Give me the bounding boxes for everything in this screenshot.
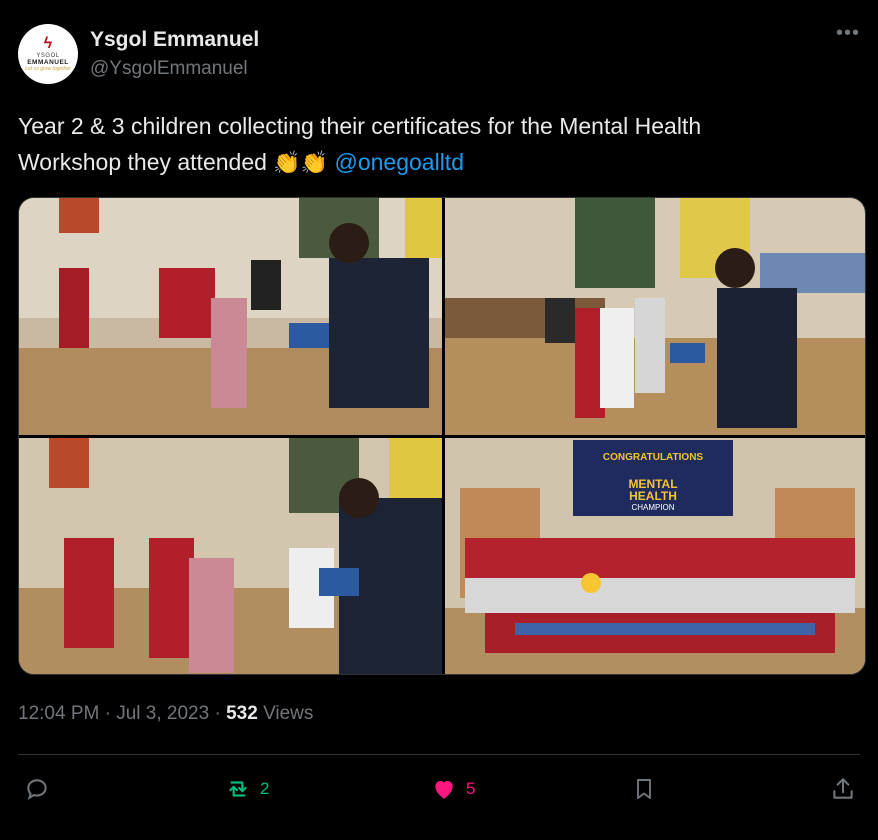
retweet-icon (229, 781, 247, 797)
screen-text-champion: CHAMPION (631, 503, 674, 512)
tweet-date[interactable]: Jul 3, 2023 (116, 703, 209, 724)
share-button[interactable] (830, 776, 856, 802)
divider (18, 754, 860, 755)
screen-text-congratulations: CONGRATULATIONS (603, 452, 704, 463)
views-count: 532 (226, 703, 258, 724)
like-count: 5 (466, 779, 476, 798)
tweet-text-line-1: Year 2 & 3 children collecting their cer… (18, 113, 702, 139)
school-logo-icon: ϟ (43, 34, 53, 52)
tweet-text: Year 2 & 3 children collecting their cer… (18, 108, 858, 181)
retweet-count: 2 (260, 779, 270, 798)
photo-4[interactable]: CONGRATULATIONS MENTAL HEALTH CHAMPION (445, 438, 865, 674)
photo-1[interactable] (19, 198, 442, 435)
avatar-text-3: Let us grow together (25, 65, 71, 72)
photo-2[interactable] (445, 198, 865, 435)
retweet-button[interactable]: 2 (224, 776, 269, 802)
meta-separator-2: · (214, 703, 221, 724)
more-options-icon[interactable]: ••• (836, 23, 860, 43)
meta-separator: · (104, 703, 111, 724)
bookmark-icon (637, 779, 651, 799)
tweet-header: ϟ YSGOL EMMANUEL Let us grow together Ys… (18, 22, 860, 86)
bookmark-button[interactable] (632, 776, 656, 802)
display-name[interactable]: Ysgol Emmanuel (90, 28, 259, 52)
tweet-text-line-2: Workshop they attended 👏👏 @onegoalltd (18, 144, 858, 181)
views-label: Views (263, 703, 314, 724)
reply-icon (27, 779, 47, 800)
media-grid: CONGRATULATIONS MENTAL HEALTH CHAMPION (18, 197, 866, 675)
share-icon (833, 778, 853, 799)
tweet-time[interactable]: 12:04 PM (18, 703, 99, 724)
reply-button[interactable] (24, 776, 58, 802)
mention-link[interactable]: @onegoalltd (334, 149, 464, 175)
photo-3[interactable] (19, 438, 442, 674)
like-button[interactable]: 5 (430, 776, 475, 802)
tweet-meta: 12:04 PM · Jul 3, 2023 · 532 Views (18, 703, 313, 725)
avatar[interactable]: ϟ YSGOL EMMANUEL Let us grow together (18, 24, 78, 84)
avatar-text-2: EMMANUEL (27, 58, 69, 66)
screen-text-health: HEALTH (629, 489, 677, 503)
clapping-hands-emoji: 👏👏 (273, 150, 329, 175)
action-bar: 2 5 (18, 770, 860, 814)
heart-icon (435, 780, 453, 799)
user-handle[interactable]: @YsgolEmmanuel (90, 58, 248, 80)
tweet-text-line-2-prefix: Workshop they attended (18, 149, 267, 175)
